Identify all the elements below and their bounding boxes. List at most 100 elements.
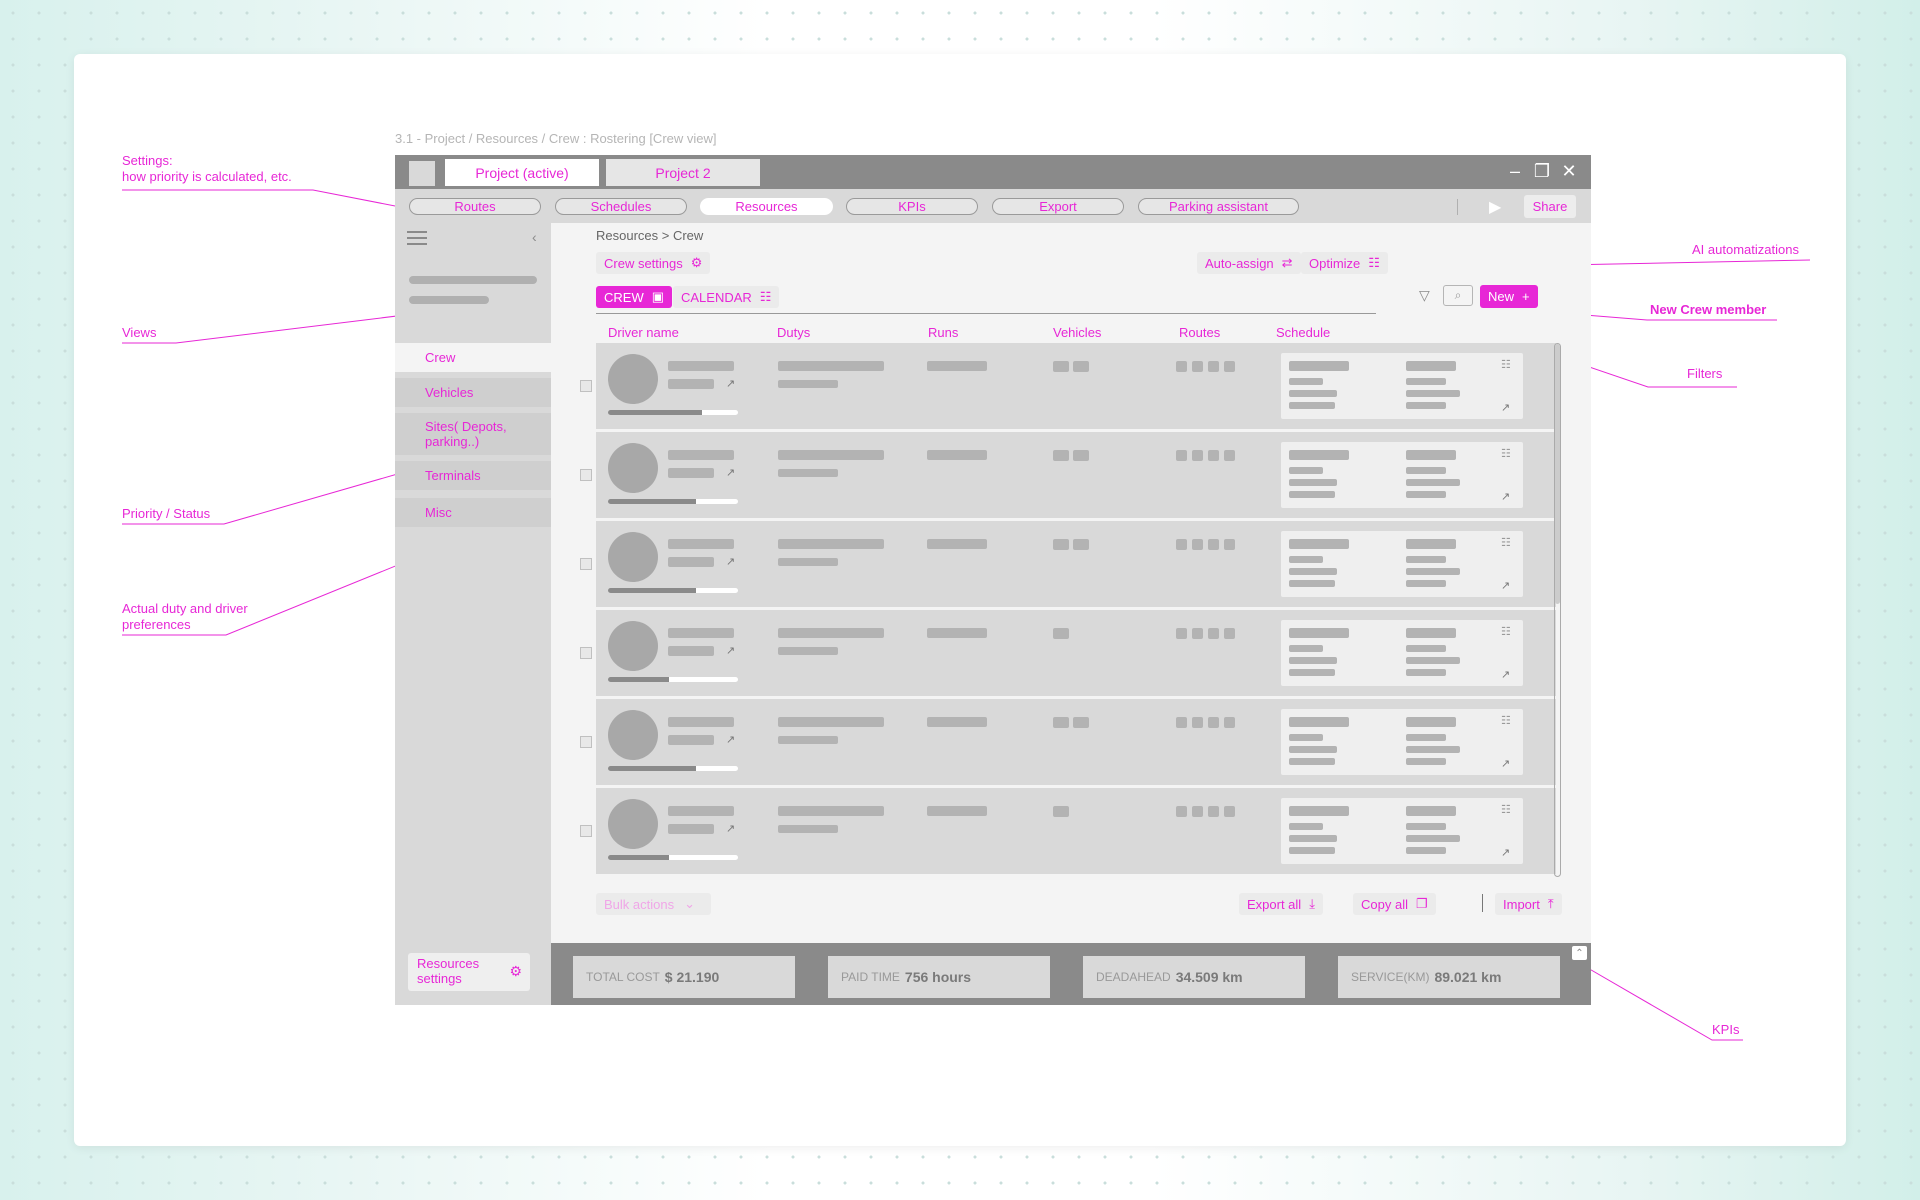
nav-kpis[interactable]: KPIs: [846, 198, 978, 215]
open-link-icon[interactable]: ↗: [1501, 757, 1510, 770]
col-runs[interactable]: Runs: [928, 325, 958, 340]
preference-placeholder: [778, 380, 838, 388]
runs-placeholder: [927, 361, 987, 371]
col-routes[interactable]: Routes: [1179, 325, 1220, 340]
col-schedule[interactable]: Schedule: [1276, 325, 1330, 340]
crew-settings-button[interactable]: Crew settings ⚙: [596, 252, 711, 274]
sidebar-item-terminals[interactable]: Terminals: [395, 461, 551, 490]
filter-icon[interactable]: ▽: [1419, 287, 1430, 304]
project-tab-2[interactable]: Project 2: [606, 159, 760, 186]
open-link-icon[interactable]: ↗: [1501, 401, 1510, 414]
col-dutys[interactable]: Dutys: [777, 325, 810, 340]
row-checkbox[interactable]: [580, 647, 592, 659]
app-menu-button[interactable]: [409, 161, 435, 186]
table-row[interactable]: ↗ ☷ ↗: [580, 699, 1556, 785]
sidebar-item-misc[interactable]: Misc: [395, 498, 551, 527]
new-crew-button[interactable]: New +: [1480, 285, 1538, 308]
collapse-chevron-icon[interactable]: ‹: [532, 229, 537, 245]
calendar-icon[interactable]: ☷: [1501, 536, 1511, 549]
optimize-button[interactable]: Optimize ☷: [1301, 252, 1388, 274]
share-button[interactable]: Share: [1524, 195, 1576, 218]
calendar-icon[interactable]: ☷: [1501, 625, 1511, 638]
export-all-button[interactable]: Export all ⤓: [1239, 893, 1323, 915]
project-tab-active[interactable]: Project (active): [445, 159, 599, 186]
open-link-icon[interactable]: ↗: [1501, 490, 1510, 503]
vehicle-chip: [1053, 628, 1069, 639]
avatar: [608, 799, 658, 849]
schedule-placeholder: [1406, 402, 1446, 409]
resources-settings-button[interactable]: Resources settings ⚙: [408, 953, 530, 991]
route-chip: [1176, 539, 1187, 550]
schedule-card[interactable]: ☷ ↗: [1281, 531, 1523, 597]
schedule-placeholder: [1289, 402, 1335, 409]
view-tab-calendar[interactable]: CALENDAR ☷: [673, 286, 780, 308]
open-link-icon[interactable]: ↗: [1501, 579, 1510, 592]
open-link-icon[interactable]: ↗: [726, 555, 735, 568]
schedule-placeholder: [1406, 450, 1456, 460]
open-link-icon[interactable]: ↗: [726, 822, 735, 835]
bulk-actions-dropdown[interactable]: Bulk actions ⌄: [596, 893, 711, 915]
plus-icon: +: [1522, 289, 1530, 304]
play-icon[interactable]: ▶: [1489, 197, 1507, 216]
table-row[interactable]: ↗ ☷ ↗: [580, 432, 1556, 518]
vehicle-chip: [1073, 361, 1089, 372]
sidebar-item-sites[interactable]: Sites( Depots, parking..): [395, 413, 551, 455]
table-row[interactable]: ↗ ☷ ↗: [580, 610, 1556, 696]
kpi-expand-icon[interactable]: ⌃: [1572, 946, 1587, 960]
row-checkbox[interactable]: [580, 469, 592, 481]
schedule-card[interactable]: ☷ ↗: [1281, 353, 1523, 419]
import-button[interactable]: Import ⤒: [1495, 893, 1562, 915]
calendar-icon[interactable]: ☷: [1501, 358, 1511, 371]
schedule-placeholder: [1289, 758, 1335, 765]
nav-export[interactable]: Export: [992, 198, 1124, 215]
open-link-icon[interactable]: ↗: [726, 733, 735, 746]
open-link-icon[interactable]: ↗: [726, 377, 735, 390]
scrollbar[interactable]: [1554, 343, 1561, 877]
priority-fill: [608, 588, 697, 593]
nav-resources[interactable]: Resources: [700, 198, 833, 215]
close-icon[interactable]: ✕: [1559, 161, 1579, 181]
schedule-placeholder: [1406, 580, 1446, 587]
schedule-card[interactable]: ☷ ↗: [1281, 442, 1523, 508]
view-tab-crew[interactable]: CREW ▣: [596, 286, 673, 308]
row-checkbox[interactable]: [580, 558, 592, 570]
scrollbar-thumb[interactable]: [1555, 344, 1560, 604]
table-row[interactable]: ↗ ☷ ↗: [580, 343, 1556, 429]
row-checkbox[interactable]: [580, 736, 592, 748]
vehicle-chip: [1073, 450, 1089, 461]
sidebar-item-vehicles[interactable]: Vehicles: [395, 378, 551, 407]
schedule-placeholder: [1406, 539, 1456, 549]
table-row[interactable]: ↗ ☷ ↗: [580, 521, 1556, 607]
restore-icon[interactable]: ❐: [1532, 161, 1552, 181]
calendar-icon[interactable]: ☷: [1501, 803, 1511, 816]
row-checkbox[interactable]: [580, 380, 592, 392]
name-placeholder: [668, 717, 734, 727]
open-link-icon[interactable]: ↗: [1501, 846, 1510, 859]
sidebar-item-crew[interactable]: Crew: [395, 343, 551, 372]
calendar-icon[interactable]: ☷: [1501, 714, 1511, 727]
schedule-card[interactable]: ☷ ↗: [1281, 620, 1523, 686]
nav-routes[interactable]: Routes: [409, 198, 541, 215]
open-link-icon[interactable]: ↗: [1501, 668, 1510, 681]
kpi-value: 34.509 km: [1175, 969, 1243, 985]
nav-divider: [1457, 199, 1458, 215]
open-link-icon[interactable]: ↗: [726, 466, 735, 479]
nav-parking-assistant[interactable]: Parking assistant: [1138, 198, 1299, 215]
schedule-card[interactable]: ☷ ↗: [1281, 798, 1523, 864]
search-button[interactable]: ⌕: [1443, 285, 1473, 306]
copy-all-button[interactable]: Copy all ❐: [1353, 893, 1436, 915]
table-row[interactable]: ↗ ☷ ↗: [580, 788, 1556, 874]
minimize-icon[interactable]: –: [1505, 161, 1525, 181]
schedule-card[interactable]: ☷ ↗: [1281, 709, 1523, 775]
calendar-icon[interactable]: ☷: [1501, 447, 1511, 460]
col-driver-name[interactable]: Driver name: [608, 325, 679, 340]
row-checkbox[interactable]: [580, 825, 592, 837]
preference-placeholder: [778, 736, 838, 744]
col-vehicles[interactable]: Vehicles: [1053, 325, 1101, 340]
annotation-filters: Filters: [1687, 366, 1723, 381]
avatar: [608, 532, 658, 582]
nav-schedules[interactable]: Schedules: [555, 198, 687, 215]
hamburger-icon[interactable]: [407, 231, 427, 245]
open-link-icon[interactable]: ↗: [726, 644, 735, 657]
auto-assign-button[interactable]: Auto-assign ⇄: [1197, 252, 1301, 274]
